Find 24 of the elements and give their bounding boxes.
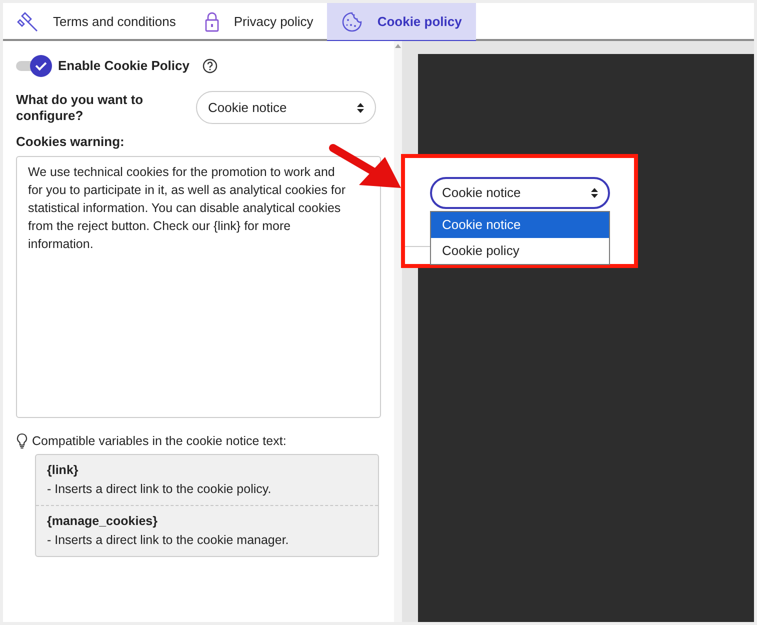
toggle-switch[interactable] xyxy=(16,55,52,77)
tab[interactable]: Cookie policy xyxy=(327,3,476,43)
variable-description: - Inserts a direct link to the cookie manager. xyxy=(47,532,290,550)
cookie-icon xyxy=(341,10,364,32)
help-icon[interactable] xyxy=(202,58,218,74)
sort-caret-icon xyxy=(591,188,598,198)
tab[interactable]: Privacy policy xyxy=(190,3,328,41)
variable-description: - Inserts a direct link to the cookie policy. xyxy=(47,481,272,498)
gavel-icon xyxy=(17,11,39,33)
warning-textarea[interactable]: We use technical cookies for the promotion to work and for you to participate in it, as well as analytical cookies for statistical information. You can disable analytical cookies from the reject button. Check our {link} for more information. xyxy=(16,156,381,418)
sort-caret-icon xyxy=(357,102,364,112)
variable-name: {manage_cookies} xyxy=(47,513,158,530)
tab[interactable]: Terms and conditions xyxy=(3,3,190,41)
dropdown-option[interactable]: Cookie notice xyxy=(431,212,609,238)
dropdown-option[interactable]: Cookie policy xyxy=(431,238,609,264)
configure-select[interactable]: Cookie notice xyxy=(196,91,376,124)
lightbulb-icon xyxy=(16,432,28,449)
configure-label: What do you want to configure? xyxy=(16,92,144,124)
variable-name: {link} xyxy=(47,462,80,480)
hint-text: Compatible variables in the cookie notice text: xyxy=(32,432,286,450)
toggle-label: Enable Cookie Policy xyxy=(58,57,190,76)
warning-label: Cookies warning: xyxy=(16,133,126,151)
lock-icon xyxy=(204,11,220,33)
preview-select[interactable]: Cookie notice xyxy=(430,177,610,209)
